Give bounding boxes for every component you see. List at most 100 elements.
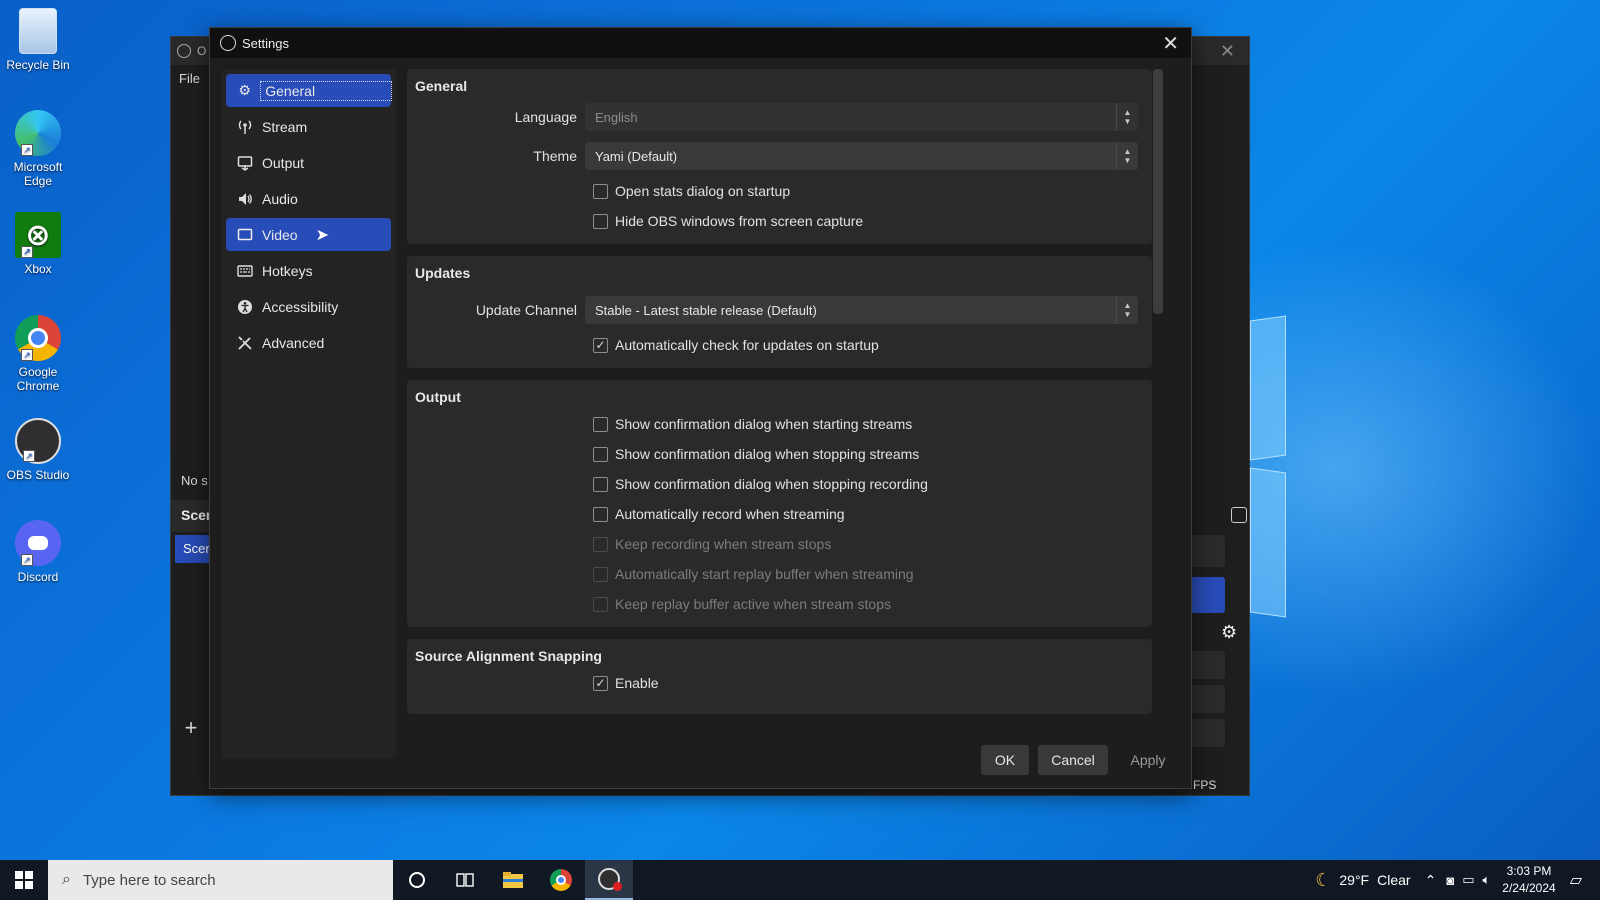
notification-icon[interactable]: ▱ xyxy=(1570,870,1582,890)
sidebar-item-hotkeys[interactable]: Hotkeys xyxy=(226,254,391,287)
checkbox-box xyxy=(593,596,608,612)
network-icon[interactable]: ▭ xyxy=(1462,872,1474,888)
ok-button[interactable]: OK xyxy=(981,745,1029,775)
theme-value: Yami (Default) xyxy=(595,148,678,164)
sidebar-item-stream[interactable]: Stream xyxy=(226,110,391,143)
speaker-icon xyxy=(236,190,254,208)
accessibility-icon xyxy=(236,298,254,316)
shortcut-arrow-icon: ↗ xyxy=(21,246,33,258)
windows-logo-icon xyxy=(15,871,33,889)
checkbox-box xyxy=(593,476,608,492)
volume-muted-icon[interactable]: 🔈︎ xyxy=(1482,872,1490,888)
chrome-icon: ↗ xyxy=(15,315,61,361)
open-stats-checkbox[interactable]: Open stats dialog on startup xyxy=(415,180,1144,202)
sidebar-item-label: Audio xyxy=(262,190,298,207)
settings-title: Settings xyxy=(242,35,289,51)
sidebar-item-label: General xyxy=(260,80,392,101)
auto-check-updates-checkbox[interactable]: ✓ Automatically check for updates on sta… xyxy=(415,334,1144,356)
desktop-icon-obs-studio[interactable]: ↗ OBS Studio xyxy=(4,418,72,482)
sidebar-item-advanced[interactable]: Advanced xyxy=(226,326,391,359)
confirm-start-streams-checkbox[interactable]: Show confirmation dialog when starting s… xyxy=(415,413,1144,435)
search-placeholder: Type here to search xyxy=(82,871,216,889)
no-source-text: No s xyxy=(181,473,208,488)
sidebar-item-output[interactable]: Output xyxy=(226,146,391,179)
task-view-icon[interactable] xyxy=(441,860,489,900)
desktop-icon-recycle-bin[interactable]: Recycle Bin xyxy=(4,8,72,72)
checkbox-label: Open stats dialog on startup xyxy=(615,183,791,199)
language-row: Language English ▲ ▼ xyxy=(415,102,1144,132)
updown-arrows-icon: ▲ ▼ xyxy=(1116,296,1138,324)
close-icon[interactable]: ✕ xyxy=(1162,31,1179,56)
tools-icon xyxy=(236,334,254,352)
confirm-stop-streams-checkbox[interactable]: Show confirmation dialog when stopping s… xyxy=(415,443,1144,465)
auto-record-checkbox[interactable]: Automatically record when streaming xyxy=(415,503,1144,525)
meet-now-icon[interactable]: ◙ xyxy=(1446,873,1454,888)
section-title: General xyxy=(415,78,468,94)
language-value: English xyxy=(595,109,638,125)
cortana-icon[interactable] xyxy=(393,860,441,900)
shortcut-arrow-icon: ↗ xyxy=(23,450,35,462)
sidebar-item-label: Video xyxy=(262,226,298,243)
moon-weather-icon: ☾ xyxy=(1315,869,1332,890)
keyboard-icon xyxy=(236,262,254,280)
chevron-up-icon[interactable]: ⌃ xyxy=(1425,872,1437,889)
taskbar-clock[interactable]: 3:03 PM 2/24/2024 xyxy=(1502,863,1555,897)
language-select[interactable]: English ▲ ▼ xyxy=(585,103,1138,131)
output-icon xyxy=(236,154,254,172)
desktop-icon-discord[interactable]: ↗ Discord xyxy=(4,520,72,584)
desktop-icon-label: Microsoft Edge xyxy=(13,160,63,188)
snapping-section: Source Alignment Snapping ✓ Enable xyxy=(407,639,1152,714)
add-scene-button[interactable]: + xyxy=(179,717,203,741)
sidebar-item-general[interactable]: ⚙ General xyxy=(226,74,392,107)
weather-temp[interactable]: 29°F xyxy=(1339,872,1369,888)
cancel-button[interactable]: Cancel xyxy=(1038,745,1108,775)
confirm-stop-recording-checkbox[interactable]: Show confirmation dialog when stopping r… xyxy=(415,473,1144,495)
settings-dialog[interactable]: Settings ✕ ⚙ General Stream Output Audio xyxy=(209,27,1192,789)
scene-list-item[interactable]: Scen xyxy=(175,535,213,563)
shortcut-arrow-icon: ↗ xyxy=(21,554,33,566)
obs-logo-icon xyxy=(220,35,236,51)
chrome-taskbar-icon[interactable] xyxy=(537,860,585,900)
file-explorer-icon[interactable] xyxy=(489,860,537,900)
theme-select[interactable]: Yami (Default) ▲ ▼ xyxy=(585,142,1138,170)
update-channel-label: Update Channel xyxy=(475,302,577,318)
weather-desc[interactable]: Clear xyxy=(1377,872,1410,888)
obs-main-title-text: O xyxy=(197,44,207,58)
section-title: Source Alignment Snapping xyxy=(415,648,602,664)
sidebar-item-audio[interactable]: Audio xyxy=(226,182,391,215)
general-section: General Language English ▲ ▼ Theme Yami (… xyxy=(407,69,1152,244)
obs-main-close-icon[interactable]: ✕ xyxy=(1220,41,1235,62)
checkbox-label: Enable xyxy=(615,675,659,691)
dock-float-icon[interactable] xyxy=(1231,507,1247,523)
hide-obs-capture-checkbox[interactable]: Hide OBS windows from screen capture xyxy=(415,210,1144,232)
content-scrollbar[interactable] xyxy=(1153,69,1163,314)
taskbar-search-box[interactable]: ⌕ Type here to search xyxy=(48,860,393,900)
settings-gear-icon[interactable]: ⚙ xyxy=(1221,622,1237,643)
section-title: Output xyxy=(415,389,461,405)
desktop-icon-microsoft-edge[interactable]: ↗ Microsoft Edge xyxy=(4,110,72,188)
menu-file[interactable]: File xyxy=(179,71,200,86)
obs-taskbar-icon[interactable] xyxy=(585,860,633,900)
sidebar-item-label: Stream xyxy=(262,118,308,135)
shortcut-arrow-icon: ↗ xyxy=(21,144,33,156)
keep-recording-checkbox: Keep recording when stream stops xyxy=(415,533,1144,555)
desktop-icon-xbox[interactable]: ⊗ ↗ Xbox xyxy=(4,212,72,276)
xbox-icon: ⊗ ↗ xyxy=(15,212,61,258)
recycle-bin-icon xyxy=(19,8,57,54)
sidebar-item-video[interactable]: Video ➤ xyxy=(226,218,391,251)
desktop-icon-google-chrome[interactable]: ↗ Google Chrome xyxy=(4,315,72,393)
apply-button[interactable]: Apply xyxy=(1115,745,1181,775)
output-section: Output Show confirmation dialog when sta… xyxy=(407,380,1152,627)
desktop-icon-label: OBS Studio xyxy=(6,468,70,482)
start-button[interactable] xyxy=(0,860,48,900)
sidebar-item-accessibility[interactable]: Accessibility xyxy=(226,290,391,323)
settings-titlebar: Settings xyxy=(210,28,1191,58)
settings-content-scroll[interactable]: General Language English ▲ ▼ Theme Yami (… xyxy=(407,69,1167,759)
sidebar-item-label: Advanced xyxy=(262,334,325,351)
gear-icon: ⚙ xyxy=(238,82,251,98)
search-icon: ⌕ xyxy=(62,871,71,888)
update-channel-select[interactable]: Stable - Latest stable release (Default)… xyxy=(585,296,1138,324)
snapping-enable-checkbox[interactable]: ✓ Enable xyxy=(415,672,1144,694)
desktop-icon-label: Discord xyxy=(17,570,59,584)
update-channel-value: Stable - Latest stable release (Default) xyxy=(595,302,817,318)
